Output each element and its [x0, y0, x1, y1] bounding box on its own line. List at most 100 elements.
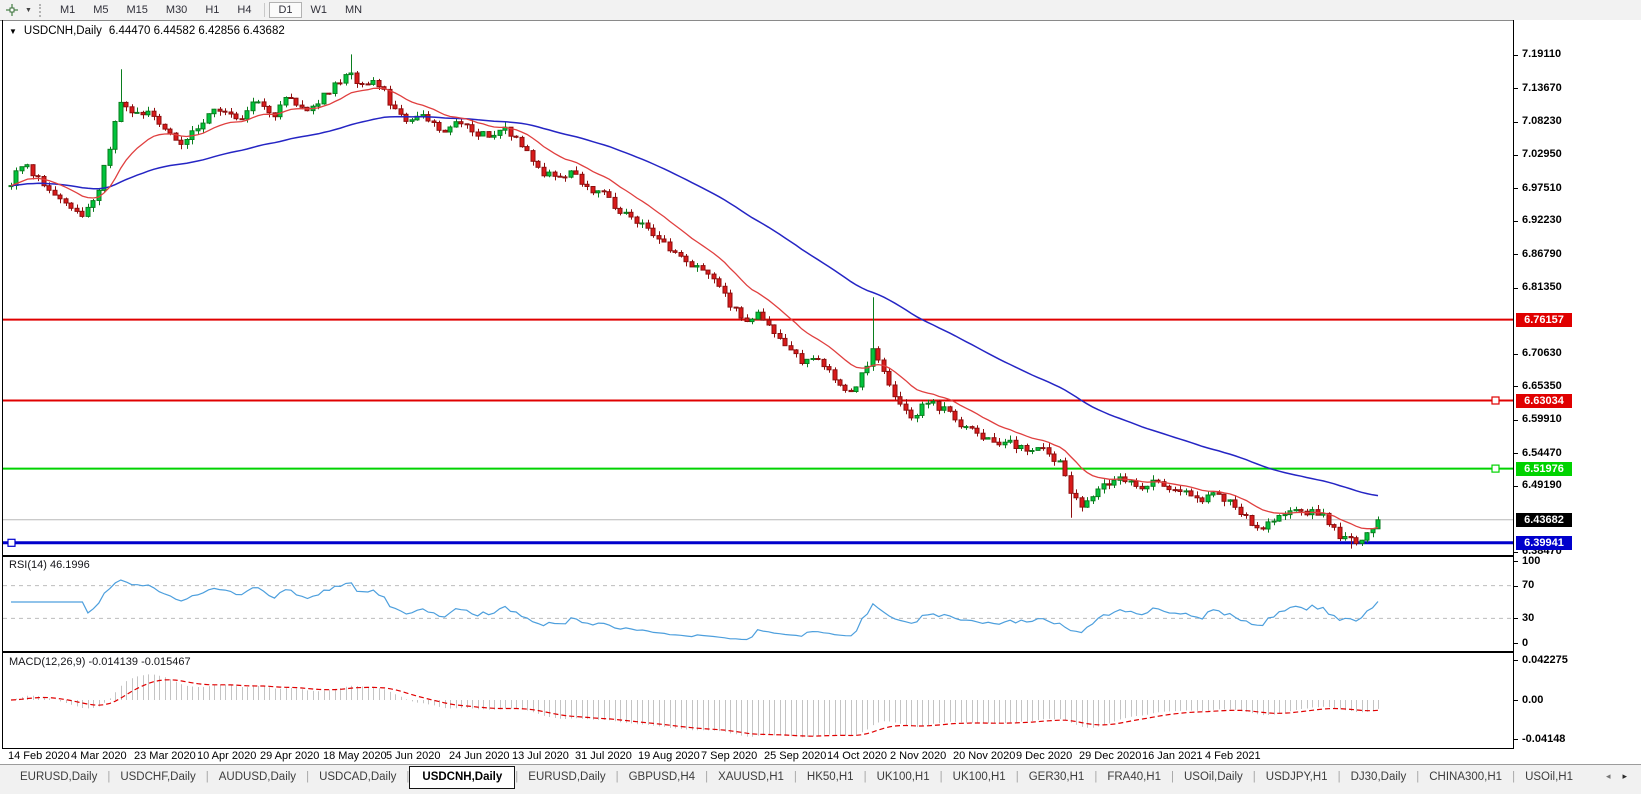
tab-usdchf-daily[interactable]: USDCHF,Daily [110, 765, 205, 787]
price-tick-label: 7.13670 [1522, 82, 1562, 94]
date-label: 20 Nov 2020 [953, 750, 1015, 762]
rsi-label: RSI(14) 46.1996 [9, 559, 90, 571]
tab-usoil-h1[interactable]: USOil,H1 [1515, 765, 1583, 787]
date-label: 7 Sep 2020 [701, 750, 757, 762]
chart-menu-icon[interactable]: ▼ [9, 27, 17, 36]
rsi-tick-label: 30 [1522, 612, 1534, 624]
date-label: 24 Jun 2020 [449, 750, 510, 762]
price-tick-label: 6.86790 [1522, 248, 1562, 260]
tab-scroll-arrows: ◂▸ [1600, 765, 1641, 782]
price-tick-label: 6.97510 [1522, 182, 1562, 194]
macd-signal-line [11, 680, 1378, 736]
price-tick-label: 6.49190 [1522, 479, 1562, 491]
date-label: 29 Apr 2020 [260, 750, 319, 762]
timeframe-m5[interactable]: M5 [84, 2, 117, 18]
tab-audusd-daily[interactable]: AUDUSD,Daily [209, 765, 306, 787]
rsi-tick-label: 0 [1522, 637, 1528, 649]
timeframe-h1[interactable]: H1 [196, 2, 228, 18]
tab-eurusd-daily[interactable]: EURUSD,Daily [10, 765, 107, 787]
price-tick-label: 6.65350 [1522, 380, 1562, 392]
date-label: 4 Feb 2021 [1205, 750, 1261, 762]
tab-uk100-h1[interactable]: UK100,H1 [867, 765, 940, 787]
price-tick-label: 6.81350 [1522, 281, 1562, 293]
crosshair-icon[interactable] [4, 3, 22, 17]
price-chart[interactable] [3, 21, 1513, 555]
price-tick-mark [1514, 386, 1518, 387]
macd-histogram [12, 674, 1379, 737]
date-label: 10 Apr 2020 [197, 750, 256, 762]
chart-symbol-label: USDCNH,Daily [24, 25, 102, 37]
price-tick-mark [1514, 288, 1518, 289]
timeframe-h4[interactable]: H4 [228, 2, 260, 18]
tab-china300-h1[interactable]: CHINA300,H1 [1419, 765, 1512, 787]
date-label: 19 Aug 2020 [638, 750, 700, 762]
macd-tick-mark [1514, 700, 1518, 701]
date-label: 14 Feb 2020 [8, 750, 70, 762]
chart-title: ▼ USDCNH,Daily 6.44470 6.44582 6.42856 6… [9, 25, 285, 37]
date-label: 25 Sep 2020 [764, 750, 826, 762]
tab-usdcad-daily[interactable]: USDCAD,Daily [309, 765, 406, 787]
macd-tick-label: 0.00 [1522, 694, 1543, 706]
timeframe-w1[interactable]: W1 [302, 2, 337, 18]
macd-indicator-panel[interactable] [3, 653, 1513, 748]
toolbar-grip-handle[interactable] [39, 4, 44, 17]
tab-hk50-h1[interactable]: HK50,H1 [797, 765, 864, 787]
slow-ma-line [11, 117, 1378, 496]
price-tick-mark [1514, 88, 1518, 89]
date-label: 9 Dec 2020 [1016, 750, 1072, 762]
chart-ohlc-values: 6.44470 6.44582 6.42856 6.43682 [109, 25, 285, 37]
date-label: 18 May 2020 [323, 750, 387, 762]
price-tick-label: 6.54470 [1522, 447, 1562, 459]
toolbar: ▼ M1M5M15M30H1H4 D1W1MN [0, 0, 1641, 21]
date-label: 31 Jul 2020 [575, 750, 632, 762]
tab-scroll-right-icon[interactable]: ▸ [1622, 771, 1627, 782]
price-tick-mark [1514, 552, 1518, 553]
date-axis[interactable]: 14 Feb 20204 Mar 2020 23 Mar 202010 Apr 2… [3, 749, 1513, 764]
line-handle [8, 539, 15, 546]
date-label: 4 Mar 2020 [71, 750, 127, 762]
tab-dj30-daily[interactable]: DJ30,Daily [1341, 765, 1417, 787]
timeframe-m30[interactable]: M30 [157, 2, 196, 18]
date-label: 23 Mar 2020 [134, 750, 196, 762]
price-tick-mark [1514, 486, 1518, 487]
tab-xauusd-h1[interactable]: XAUUSD,H1 [708, 765, 794, 787]
tab-uk100-h1[interactable]: UK100,H1 [943, 765, 1016, 787]
tab-scroll-left-icon[interactable]: ◂ [1606, 771, 1611, 782]
price-axis[interactable]: 7.191107.136707.082307.029506.975106.922… [1514, 20, 1641, 764]
timeframe-mn[interactable]: MN [336, 2, 371, 18]
tab-usdcnh-daily[interactable]: USDCNH,Daily [409, 766, 515, 789]
price-tick-label: 6.70630 [1522, 347, 1562, 359]
price-line-badge: 6.51976 [1516, 462, 1572, 476]
tab-ger30-h1[interactable]: GER30,H1 [1019, 765, 1095, 787]
line-handle [1492, 397, 1499, 404]
timeframe-d1[interactable]: D1 [269, 2, 301, 18]
price-line-badge: 6.63034 [1516, 394, 1572, 408]
tab-usoil-daily[interactable]: USOil,Daily [1174, 765, 1253, 787]
price-tick-label: 6.92230 [1522, 214, 1562, 226]
price-tick-mark [1514, 254, 1518, 255]
rsi-tick-mark [1514, 561, 1518, 562]
timeframe-m15[interactable]: M15 [118, 2, 157, 18]
timeframe-m1[interactable]: M1 [51, 2, 84, 18]
price-tick-mark [1514, 155, 1518, 156]
timeframe-buttons: M1M5M15M30H1H4 D1W1MN [51, 0, 371, 20]
date-label: 16 Jan 2021 [1142, 750, 1203, 762]
price-tick-mark [1514, 221, 1518, 222]
rsi-indicator-panel[interactable] [3, 557, 1513, 651]
price-tick-mark [1514, 354, 1518, 355]
price-tick-mark [1514, 188, 1518, 189]
mt4-window: ▼ M1M5M15M30H1H4 D1W1MN ▼ USDCNH,Daily 6.… [0, 0, 1641, 794]
tool-dropdown-icon[interactable]: ▼ [25, 7, 32, 14]
date-label: 14 Oct 2020 [827, 750, 887, 762]
tab-eurusd-daily[interactable]: EURUSD,Daily [518, 765, 615, 787]
chart-tab-bar: EURUSD,Daily|USDCHF,Daily|AUDUSD,Daily|U… [0, 764, 1641, 794]
price-line-badge: 6.39941 [1516, 536, 1572, 550]
date-label: 29 Dec 2020 [1079, 750, 1141, 762]
tab-usdjpy-h1[interactable]: USDJPY,H1 [1256, 765, 1338, 787]
macd-tick-label: 0.042275 [1522, 654, 1568, 666]
tab-gbpusd-h4[interactable]: GBPUSD,H4 [619, 765, 705, 787]
tab-fra40-h1[interactable]: FRA40,H1 [1097, 765, 1171, 787]
toolbar-separator [264, 3, 265, 17]
price-line-badge: 6.76157 [1516, 313, 1572, 327]
line-handle [1492, 465, 1499, 472]
